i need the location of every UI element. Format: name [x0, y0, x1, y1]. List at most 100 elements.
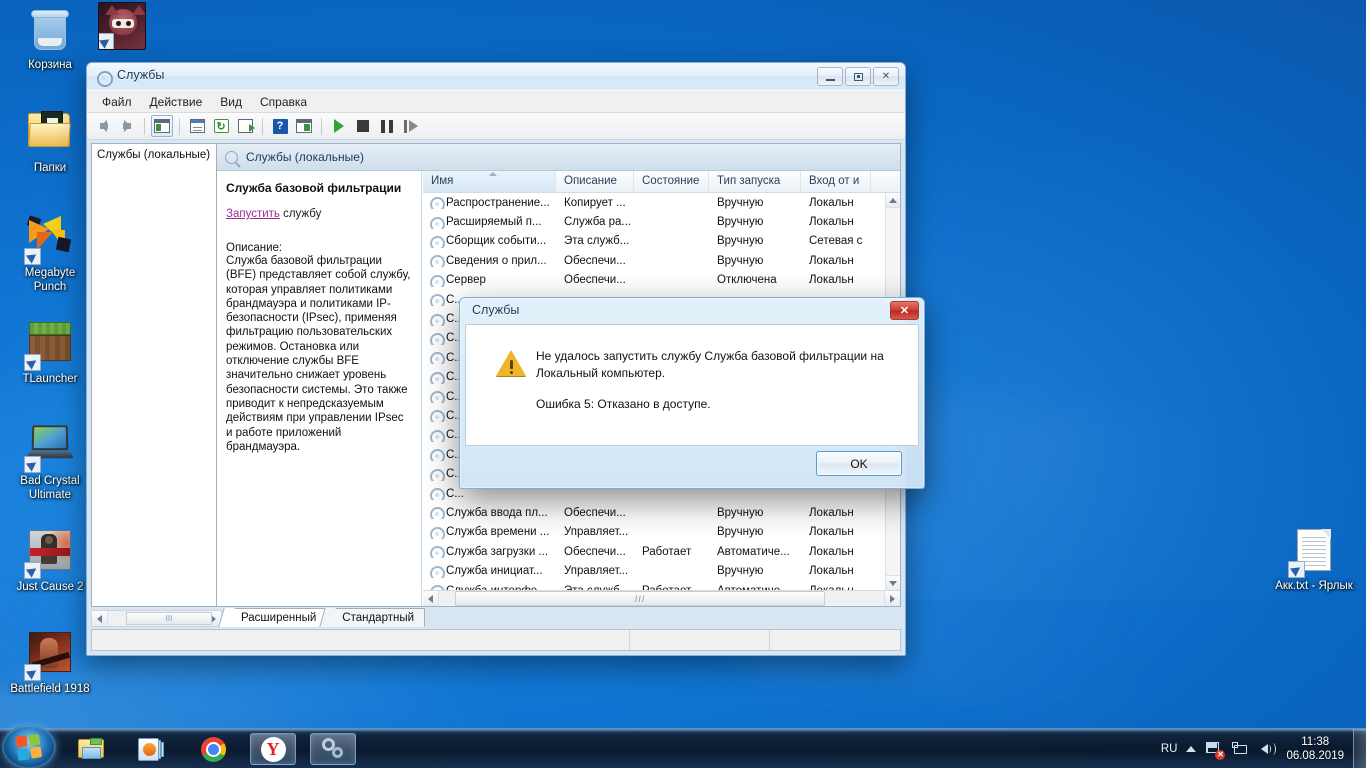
taskbar-item-services[interactable] — [310, 733, 356, 765]
help-button[interactable]: ? — [269, 115, 291, 137]
cell-state: Работает — [642, 545, 692, 558]
desktop-icon-akk-txt[interactable]: Акк.txt - Ярлык — [1272, 526, 1356, 594]
desktop-icon-battlefield-1918[interactable]: Battlefield 1918 — [8, 628, 92, 697]
shortcut-overlay-icon — [1288, 561, 1305, 578]
pause-service-button[interactable] — [376, 115, 398, 137]
scroll-up-button[interactable] — [886, 193, 900, 208]
chevron-up-icon[interactable] — [1186, 746, 1197, 752]
menu-item-help[interactable]: Справка — [251, 92, 316, 112]
table-row[interactable]: Сервер Обеспечи... Отключена Локальн — [423, 271, 900, 290]
window-titlebar[interactable]: Службы ✕ — [87, 63, 905, 91]
volume-icon[interactable] — [1259, 741, 1277, 758]
tree-hscroll-left-button[interactable] — [92, 611, 108, 626]
service-gear-icon — [429, 293, 445, 307]
cell-logon: Локальн — [809, 254, 854, 267]
scroll-down-button[interactable] — [886, 575, 900, 590]
column-header-name[interactable]: Имя — [423, 171, 556, 192]
show-action-pane-button[interactable] — [293, 115, 315, 137]
tlauncher-shortcut-icon — [24, 322, 74, 371]
hscroll-track[interactable]: III — [439, 591, 884, 606]
taskbar-item-yandex[interactable]: Y — [250, 733, 296, 765]
table-row[interactable]: Служба загрузки ... Обеспечи... Работает Ав… — [423, 542, 900, 561]
cell-name: Распространение... — [423, 196, 556, 210]
taskbar-item-media-player[interactable] — [128, 733, 174, 765]
battlefield-1918-shortcut-icon — [24, 632, 74, 681]
network-flag-error-icon[interactable]: ✕ — [1205, 741, 1226, 760]
service-gear-icon — [429, 429, 445, 442]
start-button[interactable] — [2, 725, 56, 768]
menu-item-action[interactable]: Действие — [141, 92, 212, 112]
tab-extended[interactable]: Расширенный — [226, 608, 328, 627]
table-row[interactable]: Служба ввода пл... Обеспечи... Вручную Лока… — [423, 503, 900, 522]
start-service-link[interactable]: Запустить — [226, 208, 280, 220]
service-gear-icon — [429, 351, 445, 365]
desktop-icon-game-shortcut[interactable] — [80, 2, 164, 53]
language-indicator[interactable]: RU — [1161, 743, 1178, 755]
dialog-ok-button[interactable]: OK — [816, 451, 902, 476]
desktop-icon-folders[interactable]: Папки — [8, 106, 92, 176]
show-hide-tree-button[interactable] — [151, 115, 173, 137]
restart-service-button[interactable] — [400, 115, 422, 137]
service-gear-icon — [429, 235, 445, 248]
menu-item-view[interactable]: Вид — [211, 92, 251, 112]
text-file-shortcut-icon — [1288, 529, 1338, 578]
clock[interactable]: 11:38 06.08.2019 — [1286, 735, 1344, 763]
forward-button[interactable] — [116, 115, 138, 137]
maximize-button[interactable] — [845, 67, 871, 86]
cell-name: Служба ввода пл... — [423, 506, 556, 520]
status-segment-3 — [770, 630, 900, 650]
desktop-icon-megabyte-punch[interactable]: Megabyte Punch — [8, 212, 92, 294]
menu-item-file[interactable]: Файл — [93, 92, 141, 112]
minimize-button[interactable] — [817, 67, 843, 86]
window-controls: ✕ — [817, 67, 899, 86]
column-header-logon-as[interactable]: Вход от и — [801, 171, 871, 192]
shortcut-overlay-icon — [99, 33, 114, 49]
service-gear-icon — [429, 545, 445, 559]
clock-time: 11:38 — [1301, 736, 1330, 748]
hscroll-left-button[interactable] — [423, 591, 439, 606]
table-row[interactable]: Служба интерфе...Эта служб...РаботаетАвт… — [423, 581, 900, 590]
close-button[interactable]: ✕ — [873, 67, 899, 86]
shortcut-overlay-icon — [24, 354, 41, 371]
table-row[interactable]: Сборщик событи... Эта служб... Вручную Сете… — [423, 232, 900, 251]
hscroll-right-button[interactable] — [884, 591, 900, 606]
column-header-startup-type[interactable]: Тип запуска — [709, 171, 801, 192]
tree-item-services-local[interactable]: Службы (локальные) — [94, 148, 216, 162]
desktop-icon-label: Корзина — [28, 59, 72, 71]
refresh-button[interactable]: ↻ — [210, 115, 232, 137]
list-horizontal-scrollbar[interactable]: III — [423, 590, 900, 606]
cell-startup: Вручную — [717, 254, 764, 267]
back-button[interactable] — [92, 115, 114, 137]
stop-service-button[interactable] — [352, 115, 374, 137]
export-list-button[interactable] — [234, 115, 256, 137]
status-segment-main — [92, 630, 630, 650]
tab-standard[interactable]: Стандартный — [327, 608, 426, 627]
properties-button[interactable] — [186, 115, 208, 137]
table-row[interactable]: Распространение... Копирует ... Вручную Лок… — [423, 193, 900, 212]
dialog-titlebar[interactable]: Службы ✕ — [460, 298, 924, 324]
start-service-button[interactable] — [328, 115, 350, 137]
desktop-icon-tlauncher[interactable]: TLauncher — [8, 318, 92, 387]
taskbar-item-chrome[interactable] — [190, 733, 236, 765]
services-error-dialog[interactable]: Службы ✕ Не удалось запустить службу Слу… — [459, 297, 925, 489]
hscroll-thumb[interactable]: III — [455, 591, 825, 606]
network-icon[interactable] — [1232, 741, 1250, 758]
column-header-description[interactable]: Описание — [556, 171, 634, 192]
desktop-icon-label: Just Cause 2 — [16, 581, 84, 593]
table-row[interactable]: Сведения о прил... Обеспечи... Вручную Лока… — [423, 251, 900, 270]
cell-startup: Вручную — [717, 216, 764, 229]
service-gear-icon — [429, 565, 445, 578]
dialog-close-button[interactable]: ✕ — [890, 301, 919, 320]
show-desktop-button[interactable] — [1353, 729, 1366, 768]
tree-hscroll-thumb[interactable]: III — [126, 612, 212, 625]
tree-horizontal-scrollbar[interactable]: III — [91, 610, 222, 627]
desktop-icon-bad-crystal-ultimate[interactable]: Bad Crystal Ultimate — [8, 420, 92, 502]
table-row[interactable]: Служба инициат... Управляет... Вручную Лока… — [423, 561, 900, 580]
desktop-icon-just-cause-2[interactable]: Just Cause 2 — [8, 526, 92, 595]
cell-logon: Локальн — [809, 565, 854, 578]
column-header-state[interactable]: Состояние — [634, 171, 709, 192]
table-row[interactable]: Расширяемый п... Служба ра... Вручную Локал… — [423, 212, 900, 231]
taskbar-item-explorer[interactable] — [68, 733, 114, 765]
table-row[interactable]: Служба времени ... Управляет... Вручную Лок… — [423, 523, 900, 542]
windows-logo-icon — [15, 733, 43, 761]
